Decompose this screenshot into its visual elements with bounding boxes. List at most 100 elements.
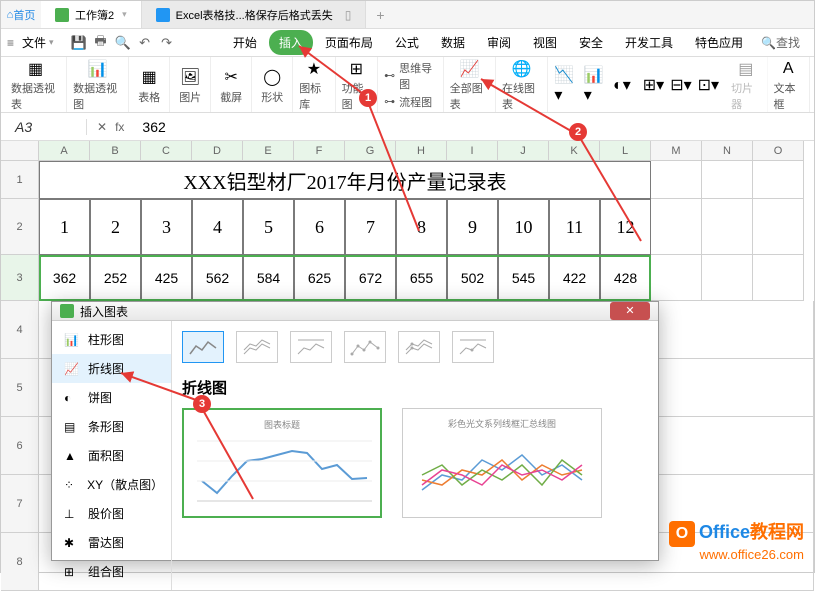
- home-tab[interactable]: ⌂ 首页: [1, 1, 41, 28]
- cell[interactable]: [651, 199, 702, 255]
- chart-type-area[interactable]: ▲面积图: [52, 441, 171, 470]
- menu-review[interactable]: 审阅: [477, 30, 521, 55]
- preview-icon[interactable]: 🔍: [114, 34, 132, 52]
- col-header[interactable]: K: [549, 141, 600, 161]
- cell[interactable]: 11: [549, 199, 600, 255]
- subtype-percent-line[interactable]: [290, 331, 332, 363]
- cell[interactable]: [753, 161, 804, 199]
- app-menu-icon[interactable]: ≡: [7, 36, 14, 50]
- row-header[interactable]: 2: [1, 199, 39, 255]
- screenshot-button[interactable]: ✂截屏: [211, 57, 252, 112]
- document-tab[interactable]: Excel表格技...格保存后格式丢失 ▯: [142, 1, 367, 28]
- col-header[interactable]: E: [243, 141, 294, 161]
- col-header[interactable]: A: [39, 141, 90, 161]
- col-header[interactable]: N: [702, 141, 753, 161]
- cell[interactable]: 655: [396, 255, 447, 301]
- cell[interactable]: 562: [192, 255, 243, 301]
- cell[interactable]: [651, 161, 702, 199]
- print-icon[interactable]: 🖶: [92, 34, 110, 52]
- subtype-percent-markers[interactable]: [452, 331, 494, 363]
- chart-type-scatter[interactable]: ⁘XY（散点图）: [52, 470, 171, 499]
- formula-input[interactable]: 362: [134, 119, 814, 135]
- cell[interactable]: 3: [141, 199, 192, 255]
- fx-cancel-icon[interactable]: ✕: [97, 120, 107, 134]
- col-header[interactable]: C: [141, 141, 192, 161]
- pivot-chart-button[interactable]: 📊数据透视图: [67, 57, 129, 112]
- col-header[interactable]: M: [651, 141, 702, 161]
- cell[interactable]: 625: [294, 255, 345, 301]
- chart-type-pie[interactable]: ◐饼图: [52, 383, 171, 412]
- textbox-button[interactable]: A文本框: [768, 57, 810, 112]
- chart-type-icon[interactable]: ⊞▾: [643, 75, 664, 95]
- menu-security[interactable]: 安全: [569, 30, 613, 55]
- title-cell[interactable]: XXX铝型材厂2017年月份产量记录表: [39, 161, 651, 199]
- col-header[interactable]: F: [294, 141, 345, 161]
- allcharts-button[interactable]: 📈全部图表: [444, 57, 496, 112]
- onlinechart-button[interactable]: 🌐在线图表: [496, 57, 548, 112]
- col-header[interactable]: O: [753, 141, 804, 161]
- menu-insert[interactable]: 插入: [269, 30, 313, 55]
- cell[interactable]: [702, 199, 753, 255]
- menu-data[interactable]: 数据: [431, 30, 475, 55]
- cell[interactable]: 428: [600, 255, 651, 301]
- subtype-line[interactable]: [182, 331, 224, 363]
- cell[interactable]: 7: [345, 199, 396, 255]
- cell[interactable]: 6: [294, 199, 345, 255]
- cell[interactable]: 422: [549, 255, 600, 301]
- cell[interactable]: 545: [498, 255, 549, 301]
- cell[interactable]: 425: [141, 255, 192, 301]
- col-header[interactable]: J: [498, 141, 549, 161]
- undo-icon[interactable]: ↶: [136, 34, 154, 52]
- row-header[interactable]: 1: [1, 161, 39, 199]
- tab-menu-icon[interactable]: ▾: [122, 9, 127, 20]
- row-header[interactable]: 7: [1, 475, 39, 533]
- save-icon[interactable]: 💾: [70, 34, 88, 52]
- mindmap-button[interactable]: ⊷思维导图: [384, 60, 437, 92]
- col-header[interactable]: L: [600, 141, 651, 161]
- menu-view[interactable]: 视图: [523, 30, 567, 55]
- menu-start[interactable]: 开始: [223, 30, 267, 55]
- row-header[interactable]: 6: [1, 417, 39, 475]
- menu-formula[interactable]: 公式: [385, 30, 429, 55]
- fx-icon[interactable]: fx: [115, 120, 124, 134]
- slicer-button[interactable]: ▤切片器: [725, 57, 767, 112]
- iconlib-button[interactable]: ★图标库: [293, 57, 335, 112]
- close-icon[interactable]: ▯: [345, 8, 352, 22]
- chart-type-bar[interactable]: ▤条形图: [52, 412, 171, 441]
- cell[interactable]: 252: [90, 255, 141, 301]
- sparkline-line-icon[interactable]: 📉▾: [554, 65, 577, 105]
- row-header[interactable]: 4: [1, 301, 39, 359]
- cell[interactable]: 672: [345, 255, 396, 301]
- cell[interactable]: 12: [600, 199, 651, 255]
- cell[interactable]: [753, 199, 804, 255]
- search-button[interactable]: 🔍 查找: [753, 32, 808, 53]
- sparkline-bar-icon[interactable]: 📊▾: [584, 65, 607, 105]
- cell[interactable]: [702, 255, 753, 301]
- workbook-tab[interactable]: 工作簿2 ▾: [41, 1, 142, 28]
- flowchart-button[interactable]: ⊶流程图: [384, 94, 437, 110]
- chart-type-icon[interactable]: ⊟▾: [670, 75, 691, 95]
- chart-preview-multi[interactable]: 彩色光文系列线框汇总线图: [402, 408, 602, 518]
- add-tab-button[interactable]: +: [366, 7, 394, 23]
- menu-pagelayout[interactable]: 页面布局: [315, 30, 383, 55]
- chart-type-line[interactable]: 📈折线图: [52, 354, 171, 383]
- cell[interactable]: 4: [192, 199, 243, 255]
- cell[interactable]: [753, 255, 804, 301]
- cell[interactable]: 362: [39, 255, 90, 301]
- shape-button[interactable]: ◯形状: [252, 57, 293, 112]
- select-all-corner[interactable]: [1, 141, 39, 161]
- chart-preview-single[interactable]: 图表标题: [182, 408, 382, 518]
- chart-type-stock[interactable]: ⊥股价图: [52, 499, 171, 528]
- cell[interactable]: [651, 255, 702, 301]
- col-header[interactable]: G: [345, 141, 396, 161]
- pivot-table-button[interactable]: ▦数据透视表: [5, 57, 67, 112]
- col-header[interactable]: B: [90, 141, 141, 161]
- table-button[interactable]: ▦表格: [129, 57, 170, 112]
- subtype-stacked-line[interactable]: [236, 331, 278, 363]
- col-header[interactable]: D: [192, 141, 243, 161]
- close-button[interactable]: ✕: [610, 302, 650, 320]
- file-menu[interactable]: 文件▾: [14, 32, 62, 53]
- col-header[interactable]: I: [447, 141, 498, 161]
- subtype-line-markers[interactable]: [344, 331, 386, 363]
- cell[interactable]: 502: [447, 255, 498, 301]
